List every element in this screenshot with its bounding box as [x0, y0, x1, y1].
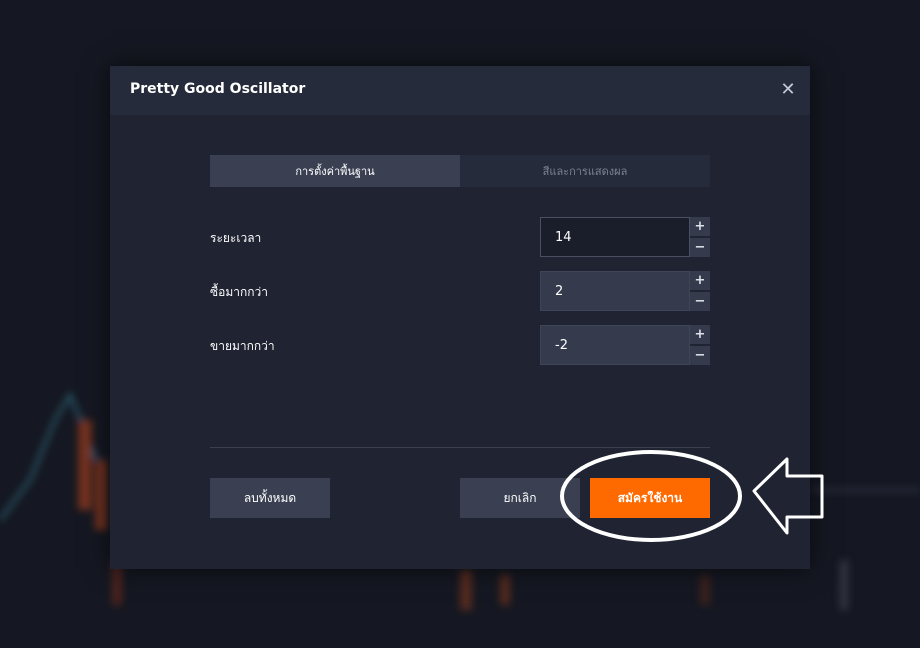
buy-above-decrement-button[interactable]: −	[690, 292, 710, 311]
sell-above-stepper: + −	[690, 325, 710, 365]
buy-above-input[interactable]: 2	[540, 271, 690, 311]
period-stepper: + −	[690, 217, 710, 257]
sell-above-input[interactable]: -2	[540, 325, 690, 365]
dialog-header: Pretty Good Oscillator ✕	[110, 66, 810, 115]
period-increment-button[interactable]: +	[690, 217, 710, 236]
settings-tabs: การตั้งค่าพื้นฐาน สีและการแสดงผล	[210, 155, 710, 187]
close-icon[interactable]: ✕	[778, 80, 798, 100]
buy-above-increment-button[interactable]: +	[690, 271, 710, 290]
sell-above-increment-button[interactable]: +	[690, 325, 710, 344]
dialog-title: Pretty Good Oscillator	[130, 81, 306, 97]
sell-above-label: ขายมากกว่า	[210, 339, 275, 353]
cancel-button[interactable]: ยกเลิก	[460, 478, 580, 518]
buy-above-label: ซื้อมากกว่า	[210, 285, 269, 299]
sell-above-decrement-button[interactable]: −	[690, 346, 710, 365]
indicator-settings-dialog: Pretty Good Oscillator ✕ การตั้งค่าพื้นฐ…	[110, 66, 810, 569]
setting-row-buy-above: ซื้อมากกว่า 2 + −	[210, 271, 710, 311]
setting-row-sell-above: ขายมากกว่า -2 + −	[210, 325, 710, 365]
setting-row-period: ระยะเวลา 14 + −	[210, 217, 710, 257]
reset-all-button[interactable]: ลบทั้งหมด	[210, 478, 330, 518]
period-input[interactable]: 14	[540, 217, 690, 257]
apply-button[interactable]: สมัครใช้งาน	[590, 478, 710, 518]
tab-colors-display[interactable]: สีและการแสดงผล	[460, 155, 710, 187]
period-label: ระยะเวลา	[210, 231, 262, 245]
tab-basic-settings[interactable]: การตั้งค่าพื้นฐาน	[210, 155, 460, 187]
period-decrement-button[interactable]: −	[690, 238, 710, 257]
footer-divider	[210, 447, 710, 448]
buy-above-stepper: + −	[690, 271, 710, 311]
